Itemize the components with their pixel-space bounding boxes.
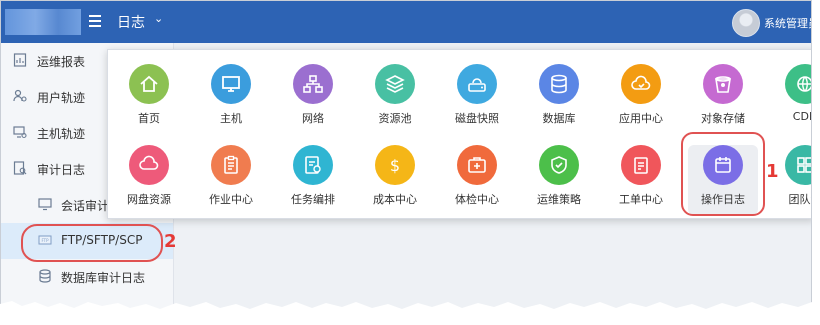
- chevron-down-icon[interactable]: ⌄: [154, 12, 163, 25]
- step-number-1: 1: [766, 161, 779, 182]
- user-name[interactable]: 系统管理员: [764, 15, 811, 31]
- app-tile-job-center[interactable]: 作业中心: [196, 145, 266, 215]
- cdn-icon: [785, 64, 811, 104]
- app-label: 体检中心: [455, 193, 499, 206]
- home-icon: [129, 64, 169, 104]
- audit-log-icon: [13, 161, 27, 175]
- ops-policy-icon: [539, 145, 579, 185]
- app-center-icon: [621, 64, 661, 104]
- app-label: 工单中心: [619, 193, 663, 206]
- host-icon: [211, 64, 251, 104]
- sidebar-item-label: 主机轨迹: [37, 127, 86, 141]
- sidebar-item-label: 会话审计: [61, 199, 110, 213]
- module-title[interactable]: 日志: [117, 12, 145, 32]
- monitor-icon: [38, 198, 52, 211]
- task-orchestration-icon: [293, 145, 333, 185]
- app-tile-health-check[interactable]: 体检中心: [442, 145, 512, 215]
- app-tile-disk-snapshot[interactable]: 磁盘快照: [442, 64, 512, 134]
- resource-pool-icon: [375, 64, 415, 104]
- app-window: 日志 ⌄ 系统管理员 运维报表 用户轨迹 主机轨迹 审计日志 会话审计 FTP …: [0, 0, 812, 318]
- sidebar-item-label: 审计日志: [37, 163, 86, 177]
- app-tile-resource-pool[interactable]: 资源池: [360, 64, 430, 134]
- app-tile-cloud-drive[interactable]: 网盘资源: [114, 145, 184, 215]
- app-label: 磁盘快照: [455, 112, 499, 125]
- app-label: 成本中心: [373, 193, 417, 206]
- user-track-icon: [13, 89, 27, 102]
- menu-icon[interactable]: [89, 15, 101, 27]
- highlight-operation-log: [681, 132, 765, 216]
- app-label: 数据库: [542, 112, 576, 125]
- sidebar-item-label: 用户轨迹: [37, 91, 86, 105]
- app-tile-cdn[interactable]: CDN: [770, 64, 811, 134]
- network-icon: [293, 64, 333, 104]
- sidebar-item-label: 运维报表: [37, 55, 86, 69]
- app-tile-ops-policy[interactable]: 运维策略: [524, 145, 594, 215]
- host-track-icon: [13, 126, 27, 139]
- database-icon: [39, 269, 51, 283]
- team-settings-icon: [785, 145, 811, 185]
- app-tile-ticket-center[interactable]: 工单中心: [606, 145, 676, 215]
- app-label: 首页: [138, 112, 160, 125]
- report-icon: [13, 53, 27, 67]
- database-icon: [539, 64, 579, 104]
- app-tile-app-center[interactable]: 应用中心: [606, 64, 676, 134]
- torn-edge: [0, 301, 820, 325]
- app-label: 任务编排: [291, 193, 335, 206]
- top-bar: 日志 ⌄ 系统管理员: [1, 1, 811, 43]
- avatar[interactable]: [732, 9, 760, 37]
- app-tile-home[interactable]: 首页: [114, 64, 184, 134]
- health-check-icon: [457, 145, 497, 185]
- job-center-icon: [211, 145, 251, 185]
- app-tile-network[interactable]: 网络: [278, 64, 348, 134]
- app-label: 作业中心: [209, 193, 253, 206]
- app-label: 应用中心: [619, 112, 663, 125]
- step-number-2: 2: [164, 231, 177, 252]
- app-tile-object-storage[interactable]: 对象存储: [688, 64, 758, 134]
- app-label: 主机: [220, 112, 242, 125]
- app-tile-host[interactable]: 主机: [196, 64, 266, 134]
- highlight-ftp-item: [21, 224, 163, 262]
- app-tile-cost-center[interactable]: $ 成本中心: [360, 145, 430, 215]
- app-label: CDN: [792, 110, 811, 123]
- sidebar-item-db-audit[interactable]: 数据库审计日志: [1, 259, 173, 295]
- app-label: 资源池: [378, 112, 412, 125]
- app-label: 团队设: [788, 193, 812, 206]
- app-tile-task-orchestration[interactable]: 任务编排: [278, 145, 348, 215]
- ticket-center-icon: [621, 145, 661, 185]
- object-storage-icon: [703, 64, 743, 104]
- app-label: 网络: [302, 112, 324, 125]
- logo: [5, 9, 81, 35]
- disk-snapshot-icon: [457, 64, 497, 104]
- app-label: 运维策略: [537, 193, 581, 206]
- app-label: 对象存储: [701, 112, 745, 125]
- app-label: 网盘资源: [127, 193, 171, 206]
- app-tile-database[interactable]: 数据库: [524, 64, 594, 134]
- cost-center-icon: $: [375, 145, 415, 185]
- sidebar-item-label: 数据库审计日志: [61, 271, 146, 285]
- svg-text:$: $: [390, 156, 400, 175]
- cloud-drive-icon: [129, 145, 169, 185]
